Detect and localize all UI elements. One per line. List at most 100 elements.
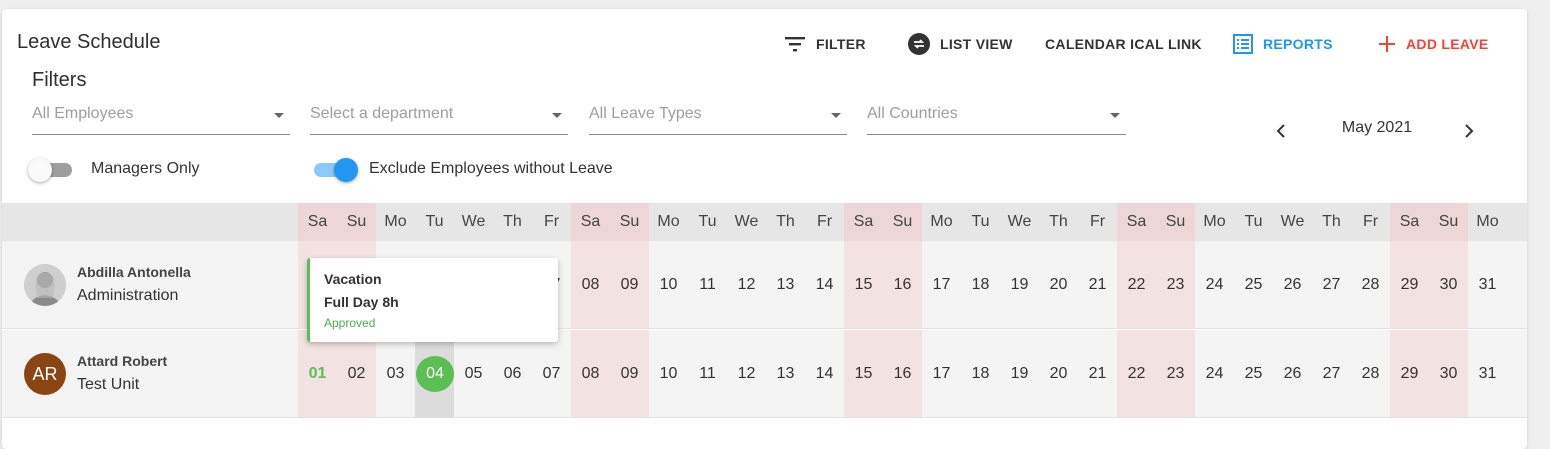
day-name-header: Su <box>610 203 649 241</box>
next-month-button[interactable] <box>1458 120 1480 142</box>
day-cell[interactable]: 03 <box>376 354 415 394</box>
day-cell[interactable]: 01 <box>298 354 337 394</box>
day-cell[interactable]: 24 <box>1195 354 1234 394</box>
day-cell[interactable]: 20 <box>1039 265 1078 305</box>
add-leave-label: ADD LEAVE <box>1406 36 1489 52</box>
report-icon <box>1233 34 1253 54</box>
day-cell[interactable]: 10 <box>649 354 688 394</box>
day-name-header: Su <box>883 203 922 241</box>
add-leave-button[interactable]: ADD LEAVE <box>1378 33 1489 55</box>
calendar-ical-link-button[interactable]: CALENDAR ICAL LINK <box>1045 33 1202 55</box>
filter-button[interactable]: FILTER <box>784 33 866 55</box>
day-cell[interactable]: 10 <box>649 265 688 305</box>
reports-button[interactable]: REPORTS <box>1233 33 1333 55</box>
employee-department: Test Unit <box>77 376 140 393</box>
chevron-down-icon <box>552 113 562 118</box>
day-name-header: Fr <box>543 213 560 230</box>
day-name-header: Tu <box>971 213 990 230</box>
reports-label: REPORTS <box>1263 36 1333 52</box>
employee-name: Abdilla Antonella <box>77 264 191 280</box>
day-cell[interactable]: 13 <box>766 354 805 394</box>
day-cell[interactable]: 23 <box>1156 354 1195 394</box>
day-cell[interactable]: 11 <box>688 265 727 305</box>
day-cell[interactable]: 23 <box>1156 265 1195 305</box>
day-cell[interactable]: 17 <box>922 265 961 305</box>
employee-name: Attard Robert <box>77 353 168 369</box>
day-cell[interactable]: 27 <box>1312 265 1351 305</box>
day-cell[interactable]: 16 <box>883 354 922 394</box>
day-name-header: We <box>1280 213 1305 230</box>
employee-row: Abdilla Antonella Administration 0102030… <box>2 241 1527 329</box>
day-cell[interactable]: 26 <box>1273 354 1312 394</box>
day-cell[interactable]: 29 <box>1390 354 1429 394</box>
day-name-header: Mo <box>657 213 680 230</box>
chevron-down-icon <box>1110 113 1120 118</box>
day-cell[interactable]: 28 <box>1351 354 1390 394</box>
leave-types-select[interactable]: All Leave Types <box>589 105 847 135</box>
day-cell[interactable]: 30 <box>1429 354 1468 394</box>
day-name-header: Sa <box>844 203 883 241</box>
day-cell[interactable]: 06 <box>493 354 532 394</box>
day-cell[interactable]: 26 <box>1273 265 1312 305</box>
day-name-header: Sa <box>1117 203 1156 241</box>
day-cell[interactable]: 31 <box>1468 354 1507 394</box>
leave-type: Vacation <box>324 271 382 287</box>
exclude-without-leave-toggle[interactable] <box>310 157 360 183</box>
day-cell[interactable]: 19 <box>1000 265 1039 305</box>
day-cell[interactable]: 31 <box>1468 265 1507 305</box>
day-name-header: Mo <box>1203 213 1226 230</box>
day-cell[interactable]: 18 <box>961 265 1000 305</box>
day-cell[interactable]: 11 <box>688 354 727 394</box>
day-cell[interactable]: 09 <box>610 354 649 394</box>
day-cell[interactable]: 05 <box>454 354 493 394</box>
day-cell[interactable]: 12 <box>727 354 766 394</box>
day-cell[interactable]: 08 <box>571 265 610 305</box>
previous-month-button[interactable] <box>1270 120 1292 142</box>
day-cell[interactable]: 14 <box>805 354 844 394</box>
swap-icon <box>908 33 930 55</box>
day-name-header: Fr <box>816 213 833 230</box>
day-cell[interactable]: 20 <box>1039 354 1078 394</box>
leave-day-marker[interactable]: 04 <box>416 356 454 392</box>
day-cell[interactable]: 09 <box>610 265 649 305</box>
day-cell[interactable]: 17 <box>922 354 961 394</box>
day-cell[interactable]: 13 <box>766 265 805 305</box>
page-title: Leave Schedule <box>17 31 161 53</box>
day-cell[interactable]: 12 <box>727 265 766 305</box>
day-cell[interactable]: 08 <box>571 354 610 394</box>
day-cell[interactable]: 19 <box>1000 354 1039 394</box>
chevron-left-icon <box>1276 124 1285 138</box>
list-view-label: LIST VIEW <box>940 36 1013 52</box>
day-cell[interactable]: 16 <box>883 265 922 305</box>
day-cell[interactable]: 07 <box>532 354 571 394</box>
employees-select-placeholder: All Employees <box>32 105 134 122</box>
day-cell[interactable]: 25 <box>1234 354 1273 394</box>
exclude-without-leave-label: Exclude Employees without Leave <box>369 160 613 177</box>
countries-select[interactable]: All Countries <box>867 105 1126 135</box>
day-cell[interactable]: 27 <box>1312 354 1351 394</box>
managers-only-toggle[interactable] <box>28 157 78 183</box>
department-select[interactable]: Select a department <box>310 105 568 135</box>
day-cell[interactable]: 24 <box>1195 265 1234 305</box>
day-cell[interactable]: 18 <box>961 354 1000 394</box>
day-name-header: Sa <box>298 203 337 241</box>
day-cell[interactable]: 22 <box>1117 354 1156 394</box>
day-cell[interactable]: 21 <box>1078 354 1117 394</box>
day-cell[interactable]: 15 <box>844 265 883 305</box>
day-cell[interactable]: 15 <box>844 354 883 394</box>
month-label: May 2021 <box>1341 119 1413 136</box>
employees-select[interactable]: All Employees <box>32 105 290 135</box>
chevron-down-icon <box>831 113 841 118</box>
day-cell[interactable]: 28 <box>1351 265 1390 305</box>
day-cell[interactable]: 25 <box>1234 265 1273 305</box>
day-cell[interactable]: 14 <box>805 265 844 305</box>
day-name-header: Sa <box>571 203 610 241</box>
day-cell[interactable]: 21 <box>1078 265 1117 305</box>
day-cell[interactable]: 02 <box>337 354 376 394</box>
list-view-button[interactable]: LIST VIEW <box>908 33 1013 55</box>
day-cell[interactable]: 30 <box>1429 265 1468 305</box>
chevron-right-icon <box>1465 124 1474 138</box>
day-name-header: Th <box>776 213 795 230</box>
day-cell[interactable]: 22 <box>1117 265 1156 305</box>
day-cell[interactable]: 29 <box>1390 265 1429 305</box>
